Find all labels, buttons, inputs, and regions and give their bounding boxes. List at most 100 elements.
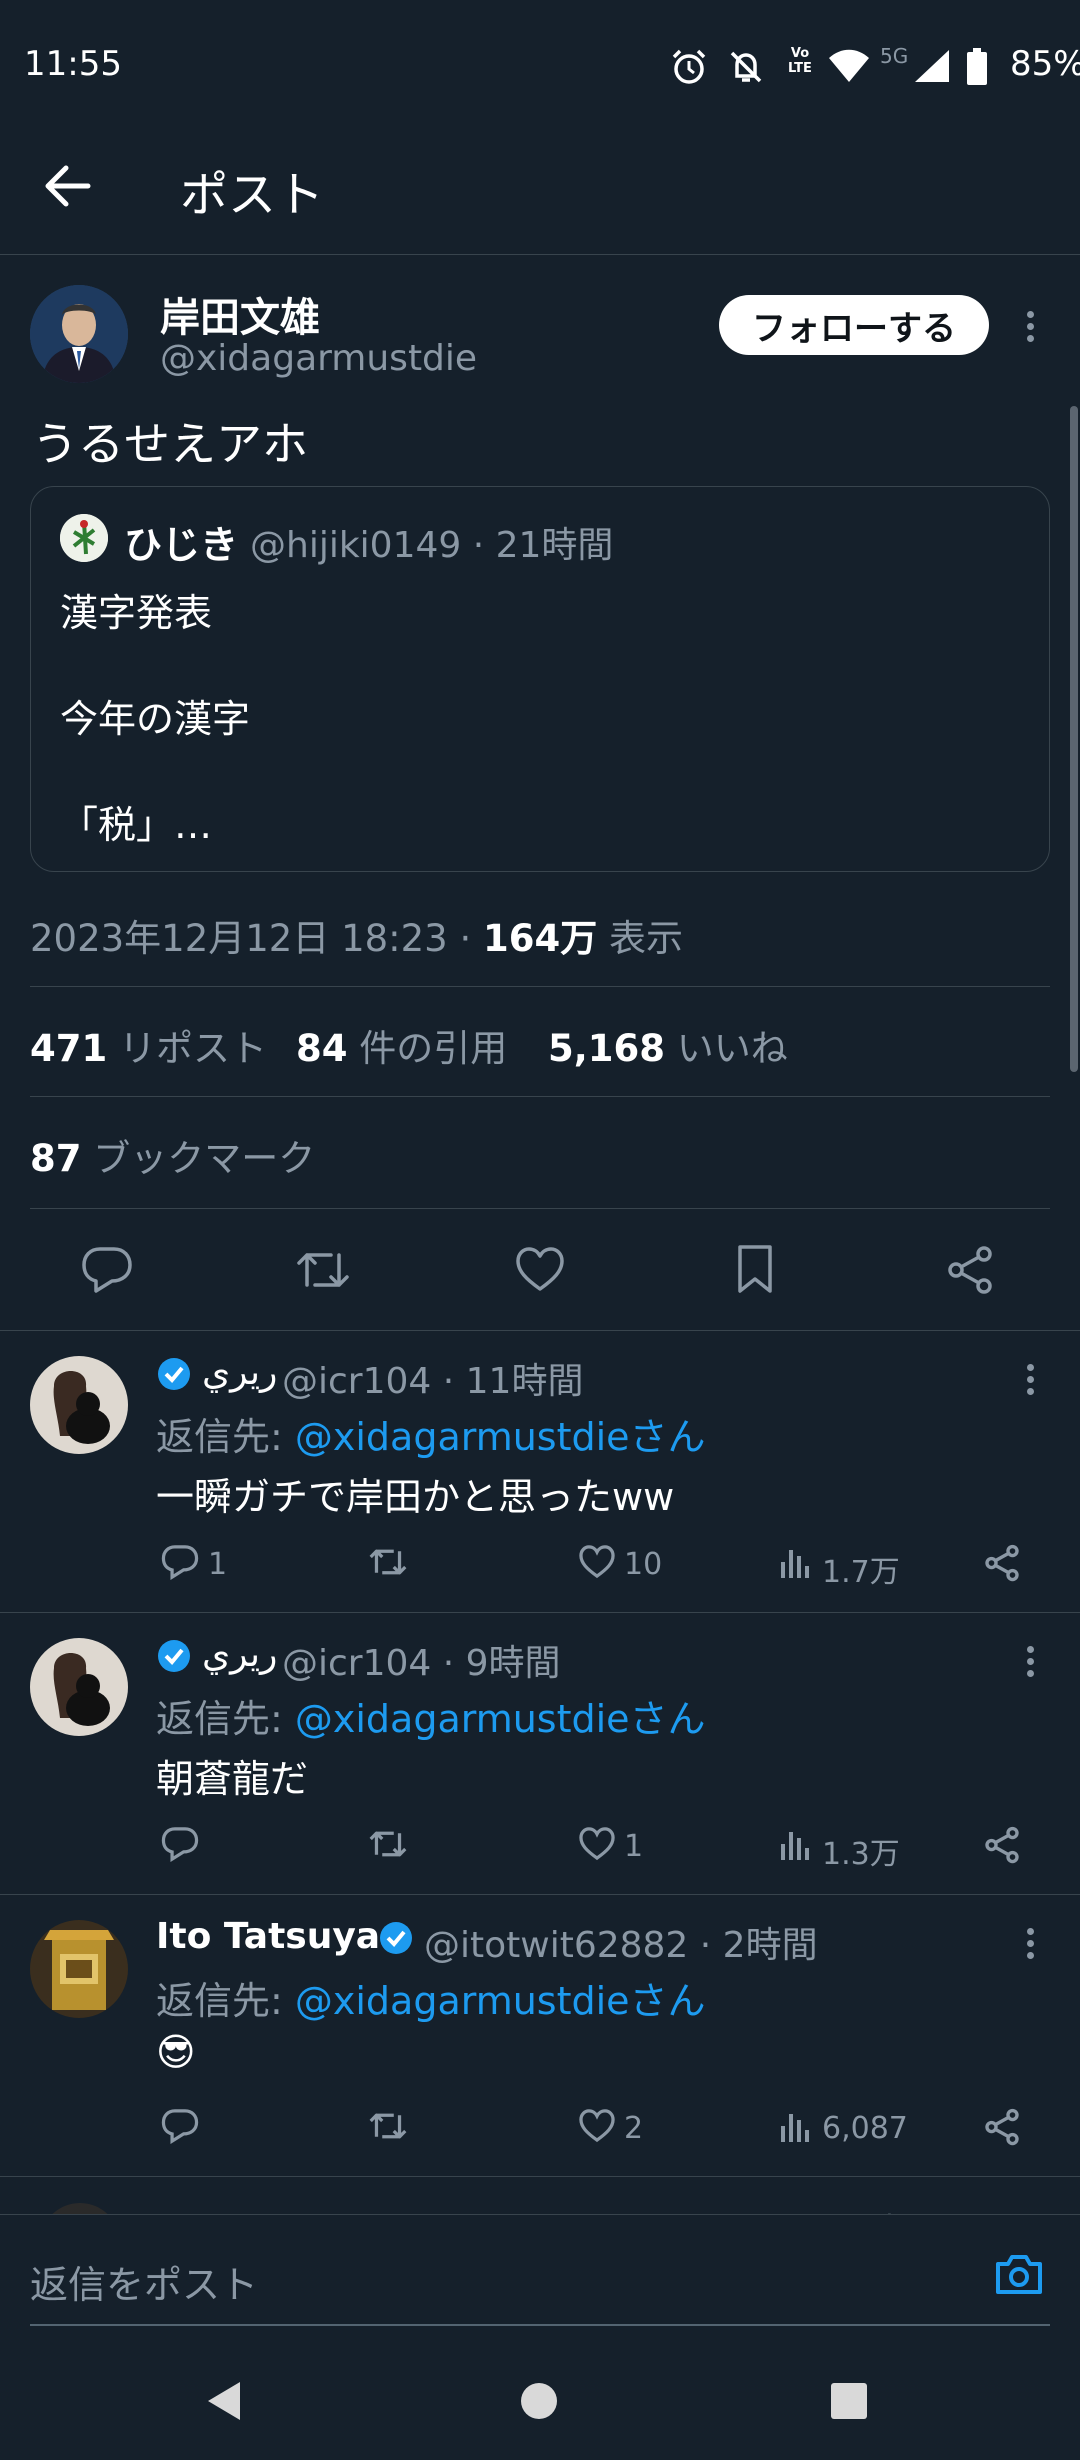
reply-meta: @icr104 · 11時間: [282, 1361, 584, 1402]
bookmarks-count: 87: [30, 1137, 82, 1180]
like-icon[interactable]: [514, 1245, 566, 1293]
likes-count: 5,168: [548, 1027, 666, 1070]
reply-text: 😎: [156, 2030, 196, 2074]
network-label: 5G: [880, 44, 909, 68]
post-timestamp: 2023年12月12日 18:23 · 164万 表示: [30, 908, 683, 962]
reply-avatar[interactable]: [30, 1920, 128, 2018]
quote-text-line: 漢字発表: [60, 591, 213, 635]
battery-percent: 85%: [1010, 44, 1080, 84]
scrollbar-thumb[interactable]: [1070, 406, 1078, 1072]
share-icon[interactable]: [984, 1544, 1020, 1582]
reply-icon[interactable]: [80, 1245, 134, 1295]
views-label: 表示: [597, 917, 683, 960]
reply-author-name[interactable]: ريري: [202, 1634, 277, 1675]
follow-button[interactable]: フォローする: [719, 295, 989, 355]
more-options-icon[interactable]: [1024, 1928, 1036, 1964]
reply-text: 一瞬ガチで岸田かと思ったww: [156, 1475, 675, 1519]
more-options-icon[interactable]: [1024, 1646, 1036, 1682]
verified-badge-icon: [158, 1358, 190, 1390]
reply-to-link[interactable]: @xidagarmustdieさん: [295, 1415, 706, 1459]
reposts-count: 471: [30, 1027, 108, 1070]
reply-compose-input[interactable]: 返信をポスト: [30, 2254, 258, 2309]
verified-badge-icon: [380, 1922, 412, 1954]
bookmarks-stat[interactable]: 87 ブックマーク: [30, 1128, 315, 1182]
5g-signal-icon: [915, 50, 949, 82]
quote-text-line: 今年の漢字: [60, 697, 251, 741]
like-icon[interactable]: [578, 2108, 616, 2143]
reply-to-prefix: 返信先:: [156, 1415, 295, 1459]
status-time: 11:55: [24, 44, 122, 84]
bell-off-icon: [730, 51, 762, 83]
like-icon[interactable]: [578, 1826, 616, 1861]
alarm-icon: [672, 49, 706, 84]
repost-icon[interactable]: [366, 1544, 410, 1580]
reply-icon[interactable]: [160, 2108, 200, 2144]
like-count: 1: [624, 1829, 644, 1864]
reply-to-link[interactable]: @xidagarmustdieさん: [295, 1697, 706, 1741]
author-name[interactable]: 岸田文雄: [160, 285, 320, 343]
author-handle[interactable]: @xidagarmustdie: [160, 338, 477, 379]
quote-text-line: 「税」…: [60, 803, 213, 847]
volte-icon: Vo LTE: [788, 46, 812, 76]
reply-avatar[interactable]: [30, 1356, 128, 1454]
reply-to-line: 返信先: @xidagarmustdieさん: [156, 1688, 706, 1743]
back-arrow-icon[interactable]: [40, 158, 100, 214]
reposts-stat[interactable]: 471 リポスト: [30, 1018, 267, 1072]
nav-home-icon[interactable]: [520, 2382, 558, 2420]
bookmarks-label: ブックマーク: [81, 1137, 316, 1180]
reply-meta: @icr104 · 9時間: [282, 1643, 561, 1684]
reply-to-line: 返信先: @xidagarmustdieさん: [156, 1406, 706, 1461]
wifi-icon: [829, 49, 869, 82]
share-icon[interactable]: [984, 2108, 1020, 2146]
verified-badge-icon: [158, 1640, 190, 1672]
battery-icon: [967, 48, 987, 85]
compose-underline: [30, 2324, 1050, 2326]
reply-to-line: 返信先: @xidagarmustdieさん: [156, 1970, 706, 2025]
camera-icon[interactable]: [994, 2252, 1044, 2296]
post-text: うるせえアホ: [32, 417, 308, 471]
nav-back-icon[interactable]: [206, 2380, 242, 2422]
quote-author-name: ひじき: [124, 523, 239, 567]
reply-icon[interactable]: [160, 1826, 200, 1862]
view-count: 1.3万: [822, 1837, 900, 1872]
repost-icon[interactable]: [295, 1245, 351, 1295]
reply-count: 1: [208, 1547, 228, 1582]
quote-author-avatar: [60, 514, 108, 562]
timestamp-text: 2023年12月12日 18:23 ·: [30, 917, 483, 960]
view-count: 1.7万: [822, 1555, 900, 1590]
like-count: 10: [624, 1547, 663, 1582]
quotes-count: 84: [296, 1027, 348, 1070]
repost-icon[interactable]: [366, 1826, 410, 1862]
analytics-icon[interactable]: [780, 1826, 814, 1860]
quote-meta: @hijiki0149 · 21時間: [250, 525, 614, 566]
reply-avatar[interactable]: [30, 1638, 128, 1736]
reply-to-link[interactable]: @xidagarmustdieさん: [295, 1979, 706, 2023]
share-icon[interactable]: [946, 1245, 994, 1295]
reply-item-partial[interactable]: あああああああいい @ThD4kGLBC52 · 42時間: [0, 2195, 1080, 2215]
like-icon[interactable]: [578, 1544, 616, 1579]
share-icon[interactable]: [984, 1826, 1020, 1864]
page-title: ポスト: [180, 167, 325, 223]
more-options-icon[interactable]: [1024, 1364, 1036, 1400]
analytics-icon[interactable]: [780, 2108, 814, 2142]
quotes-label: 件の引用: [347, 1027, 508, 1070]
reply-text: 朝蒼龍だ: [156, 1757, 309, 1801]
likes-stat[interactable]: 5,168 いいね: [548, 1018, 788, 1072]
reply-author-name[interactable]: Ito Tatsuya: [156, 1916, 380, 1957]
bookmark-icon[interactable]: [734, 1243, 776, 1295]
repost-icon[interactable]: [366, 2108, 410, 2144]
reply-author-name[interactable]: ريري: [202, 1352, 277, 1393]
reposts-label: リポスト: [107, 1027, 267, 1070]
more-options-icon[interactable]: [1024, 311, 1036, 347]
author-avatar[interactable]: [30, 285, 128, 383]
reply-icon[interactable]: [160, 1544, 200, 1580]
quotes-stat[interactable]: 84 件の引用: [296, 1018, 507, 1072]
nav-recents-icon[interactable]: [830, 2382, 868, 2420]
like-count: 2: [624, 2111, 644, 2146]
view-count: 6,087: [822, 2111, 908, 2146]
reply-to-prefix: 返信先:: [156, 1697, 295, 1741]
analytics-icon[interactable]: [780, 1544, 814, 1578]
reply-meta: @itotwit62882 · 2時間: [424, 1925, 818, 1966]
views-count: 164万: [483, 917, 598, 960]
likes-label: いいね: [665, 1027, 788, 1070]
